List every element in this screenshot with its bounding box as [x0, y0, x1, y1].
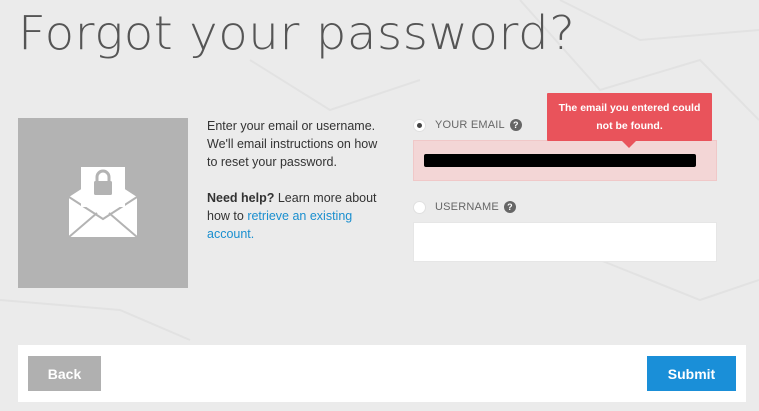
username-field-container [413, 222, 717, 262]
help-heading: Need help? [207, 191, 275, 205]
submit-button[interactable]: Submit [647, 356, 736, 391]
username-option[interactable]: USERNAME ? [413, 194, 717, 220]
back-button[interactable]: Back [28, 356, 101, 391]
username-field[interactable] [414, 223, 716, 261]
email-label: YOUR EMAIL [435, 119, 505, 131]
username-radio[interactable] [413, 200, 426, 214]
help-icon[interactable]: ? [503, 201, 516, 213]
footer-bar: Back Submit [18, 345, 746, 402]
radio-selected-dot [417, 122, 422, 128]
redacted-email-value [424, 154, 696, 167]
help-text: Need help? Learn more about how to retri… [207, 189, 382, 243]
email-radio[interactable] [413, 118, 426, 132]
email-field-container [413, 140, 717, 181]
instructions-text: Enter your email or username. We'll emai… [207, 119, 378, 169]
envelope-lock-illustration [18, 118, 188, 288]
page-title: Forgot your password? [18, 6, 576, 60]
help-icon[interactable]: ? [509, 119, 522, 131]
error-tooltip: The email you entered could not be found… [547, 93, 712, 148]
username-label: USERNAME [435, 201, 499, 213]
info-panel: Enter your email or username. We'll emai… [207, 117, 382, 261]
envelope-lock-icon [68, 167, 138, 238]
